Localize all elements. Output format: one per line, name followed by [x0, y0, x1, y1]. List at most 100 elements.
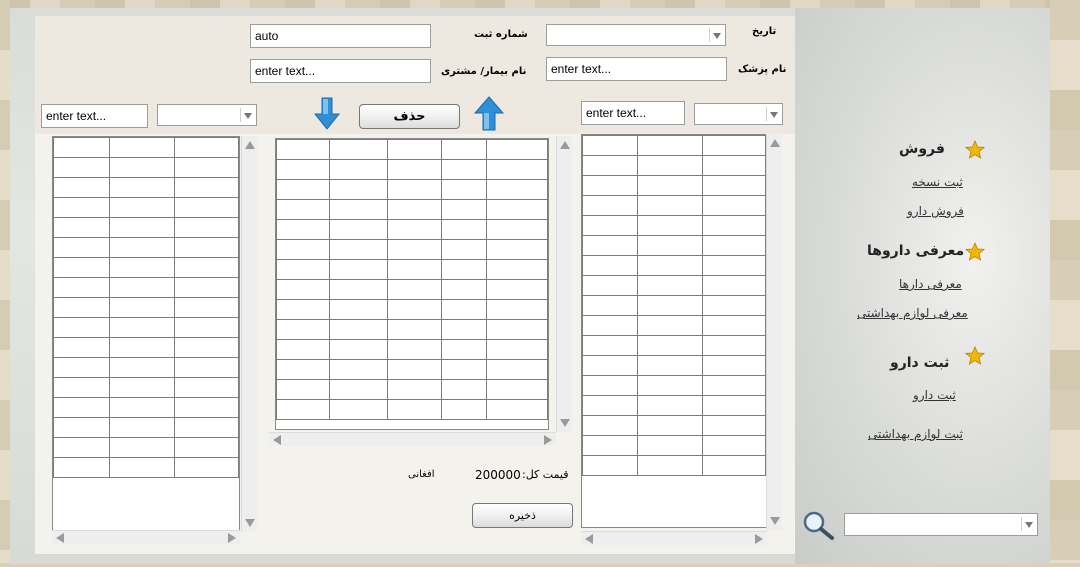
table-cell[interactable]	[109, 417, 175, 438]
table-cell[interactable]	[53, 297, 111, 318]
table-cell[interactable]	[582, 455, 639, 476]
table-row[interactable]	[582, 235, 766, 256]
table-cell[interactable]	[109, 297, 175, 318]
table-cell[interactable]	[109, 237, 175, 258]
table-cell[interactable]	[53, 237, 111, 258]
arrow-down-icon[interactable]	[313, 97, 341, 131]
registration-no-field[interactable]: auto	[250, 24, 431, 48]
table-cell[interactable]	[637, 295, 703, 316]
table-cell[interactable]	[701, 295, 766, 316]
scroll-right-icon[interactable]	[755, 534, 763, 544]
table-row[interactable]	[53, 297, 239, 318]
table-cell[interactable]	[441, 279, 487, 300]
table-cell[interactable]	[582, 315, 639, 336]
table-cell[interactable]	[485, 319, 548, 340]
table-cell[interactable]	[386, 379, 443, 400]
table-cell[interactable]	[637, 435, 703, 456]
table-cell[interactable]	[701, 155, 766, 176]
table-cell[interactable]	[109, 157, 175, 178]
table-cell[interactable]	[441, 319, 487, 340]
table-cell[interactable]	[53, 137, 111, 158]
table-row[interactable]	[582, 255, 766, 276]
menu-link-register-drug[interactable]: ثبت دارو	[913, 388, 956, 402]
table-cell[interactable]	[53, 217, 111, 238]
table-cell[interactable]	[485, 159, 548, 180]
table-cell[interactable]	[329, 319, 388, 340]
table-cell[interactable]	[441, 199, 487, 220]
table-cell[interactable]	[582, 155, 639, 176]
table-row[interactable]	[53, 357, 239, 378]
table-row[interactable]	[582, 375, 766, 396]
table-cell[interactable]	[386, 319, 443, 340]
table-cell[interactable]	[276, 359, 331, 380]
table-cell[interactable]	[582, 375, 639, 396]
table-cell[interactable]	[485, 279, 548, 300]
table-cell[interactable]	[109, 397, 175, 418]
table-cell[interactable]	[329, 299, 388, 320]
table-cell[interactable]	[441, 219, 487, 240]
table-cell[interactable]	[386, 399, 443, 420]
menu-link-register-prescription[interactable]: ثبت نسخه	[912, 175, 963, 189]
table-cell[interactable]	[701, 335, 766, 356]
left-grid-vscroll[interactable]	[241, 136, 257, 532]
table-cell[interactable]	[485, 379, 548, 400]
table-cell[interactable]	[276, 399, 331, 420]
table-cell[interactable]	[276, 379, 331, 400]
table-cell[interactable]	[173, 137, 239, 158]
table-cell[interactable]	[109, 277, 175, 298]
table-cell[interactable]	[329, 179, 388, 200]
table-cell[interactable]	[582, 235, 639, 256]
table-cell[interactable]	[173, 197, 239, 218]
table-cell[interactable]	[637, 315, 703, 336]
table-row[interactable]	[582, 395, 766, 416]
table-cell[interactable]	[582, 395, 639, 416]
table-cell[interactable]	[701, 355, 766, 376]
right-filter-dropdown[interactable]	[694, 103, 783, 125]
menu-link-sell-drug[interactable]: فروش دارو	[907, 204, 964, 218]
table-row[interactable]	[53, 237, 239, 258]
table-cell[interactable]	[637, 335, 703, 356]
table-cell[interactable]	[637, 235, 703, 256]
table-cell[interactable]	[386, 299, 443, 320]
table-cell[interactable]	[386, 139, 443, 160]
table-cell[interactable]	[441, 259, 487, 280]
table-cell[interactable]	[386, 339, 443, 360]
table-cell[interactable]	[173, 457, 239, 478]
table-cell[interactable]	[485, 299, 548, 320]
scroll-left-icon[interactable]	[56, 533, 64, 543]
table-cell[interactable]	[485, 399, 548, 420]
table-cell[interactable]	[441, 239, 487, 260]
table-row[interactable]	[53, 397, 239, 418]
table-cell[interactable]	[637, 135, 703, 156]
table-row[interactable]	[582, 455, 766, 476]
scroll-left-icon[interactable]	[273, 435, 281, 445]
table-row[interactable]	[276, 259, 548, 280]
table-cell[interactable]	[329, 259, 388, 280]
left-grid-hscroll[interactable]	[52, 530, 240, 544]
table-cell[interactable]	[637, 175, 703, 196]
table-row[interactable]	[53, 337, 239, 358]
chevron-down-icon[interactable]	[240, 108, 254, 122]
table-cell[interactable]	[582, 135, 639, 156]
table-cell[interactable]	[329, 339, 388, 360]
table-cell[interactable]	[637, 455, 703, 476]
table-cell[interactable]	[386, 239, 443, 260]
table-cell[interactable]	[485, 199, 548, 220]
table-cell[interactable]	[109, 257, 175, 278]
table-row[interactable]	[276, 179, 548, 200]
table-cell[interactable]	[109, 217, 175, 238]
table-cell[interactable]	[701, 235, 766, 256]
right-grid-vscroll[interactable]	[766, 134, 782, 530]
table-cell[interactable]	[582, 355, 639, 376]
chevron-down-icon[interactable]	[709, 28, 723, 42]
left-grid[interactable]	[52, 136, 240, 532]
table-cell[interactable]	[485, 339, 548, 360]
table-cell[interactable]	[53, 197, 111, 218]
table-cell[interactable]	[637, 415, 703, 436]
table-row[interactable]	[276, 159, 548, 180]
left-filter-dropdown[interactable]	[157, 104, 257, 126]
table-cell[interactable]	[582, 335, 639, 356]
center-grid-vscroll[interactable]	[556, 136, 572, 432]
table-row[interactable]	[582, 215, 766, 236]
table-cell[interactable]	[276, 179, 331, 200]
